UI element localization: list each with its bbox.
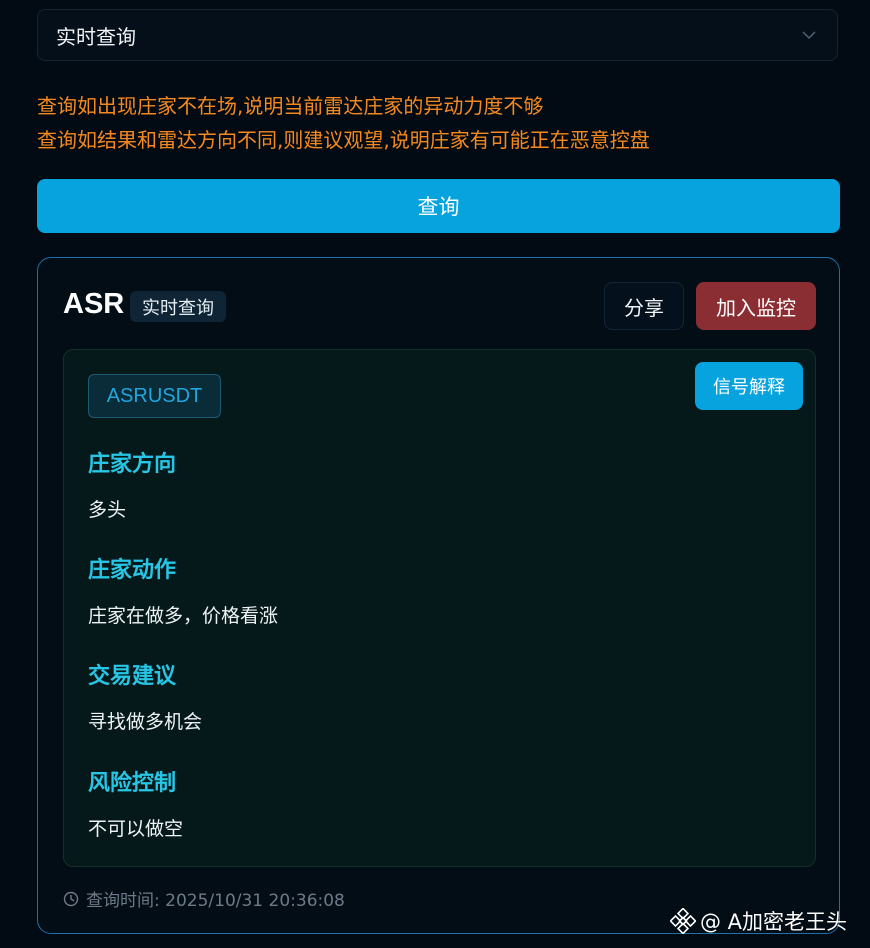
notice-line-2: 查询如结果和雷达方向不同,则建议观望,说明庄家有可能正在恶意控盘 — [37, 128, 650, 152]
watermark: @ A加密老王头 — [670, 906, 847, 936]
query-timestamp: 查询时间: 2025/10/31 20:36:08 — [63, 886, 345, 911]
chevron-down-icon — [802, 31, 816, 40]
clock-icon — [63, 891, 79, 906]
add-monitor-button[interactable]: 加入监控 — [696, 282, 816, 330]
section-text-advice: 寻找做多机会 — [88, 711, 203, 733]
query-button[interactable]: 查询 — [37, 179, 840, 233]
query-mode-select[interactable]: 实时查询 — [37, 9, 838, 61]
share-button[interactable]: 分享 — [604, 282, 684, 330]
symbol-tag: ASRUSDT — [88, 374, 221, 418]
binance-logo-icon — [670, 908, 696, 934]
section-text-action: 庄家在做多，价格看涨 — [88, 605, 279, 627]
coin-name: ASR — [63, 288, 125, 320]
watermark-text: @ A加密老王头 — [700, 910, 848, 934]
page: 实时查询 查询如出现庄家不在场,说明当前雷达庄家的异动力度不够 查询如结果和雷达… — [0, 0, 870, 948]
section-title-action: 庄家动作 — [88, 558, 177, 583]
section-title-risk: 风险控制 — [88, 771, 177, 796]
section-text-direction: 多头 — [88, 499, 127, 521]
result-card: ASR 实时查询 分享 加入监控 ASRUSDT 信号解释 庄家方向 多头 庄家… — [37, 257, 840, 934]
notice-line-1: 查询如出现庄家不在场,说明当前雷达庄家的异动力度不够 — [37, 94, 544, 118]
section-title-advice: 交易建议 — [88, 664, 177, 689]
query-mode-value: 实时查询 — [56, 24, 136, 49]
timestamp-text: 查询时间: 2025/10/31 20:36:08 — [86, 891, 345, 911]
section-title-direction: 庄家方向 — [88, 452, 177, 477]
section-text-risk: 不可以做空 — [88, 818, 184, 840]
signal-panel: ASRUSDT 信号解释 庄家方向 多头 庄家动作 庄家在做多，价格看涨 交易建… — [63, 349, 816, 867]
signal-explain-button[interactable]: 信号解释 — [695, 362, 803, 410]
mode-tag: 实时查询 — [130, 291, 226, 322]
